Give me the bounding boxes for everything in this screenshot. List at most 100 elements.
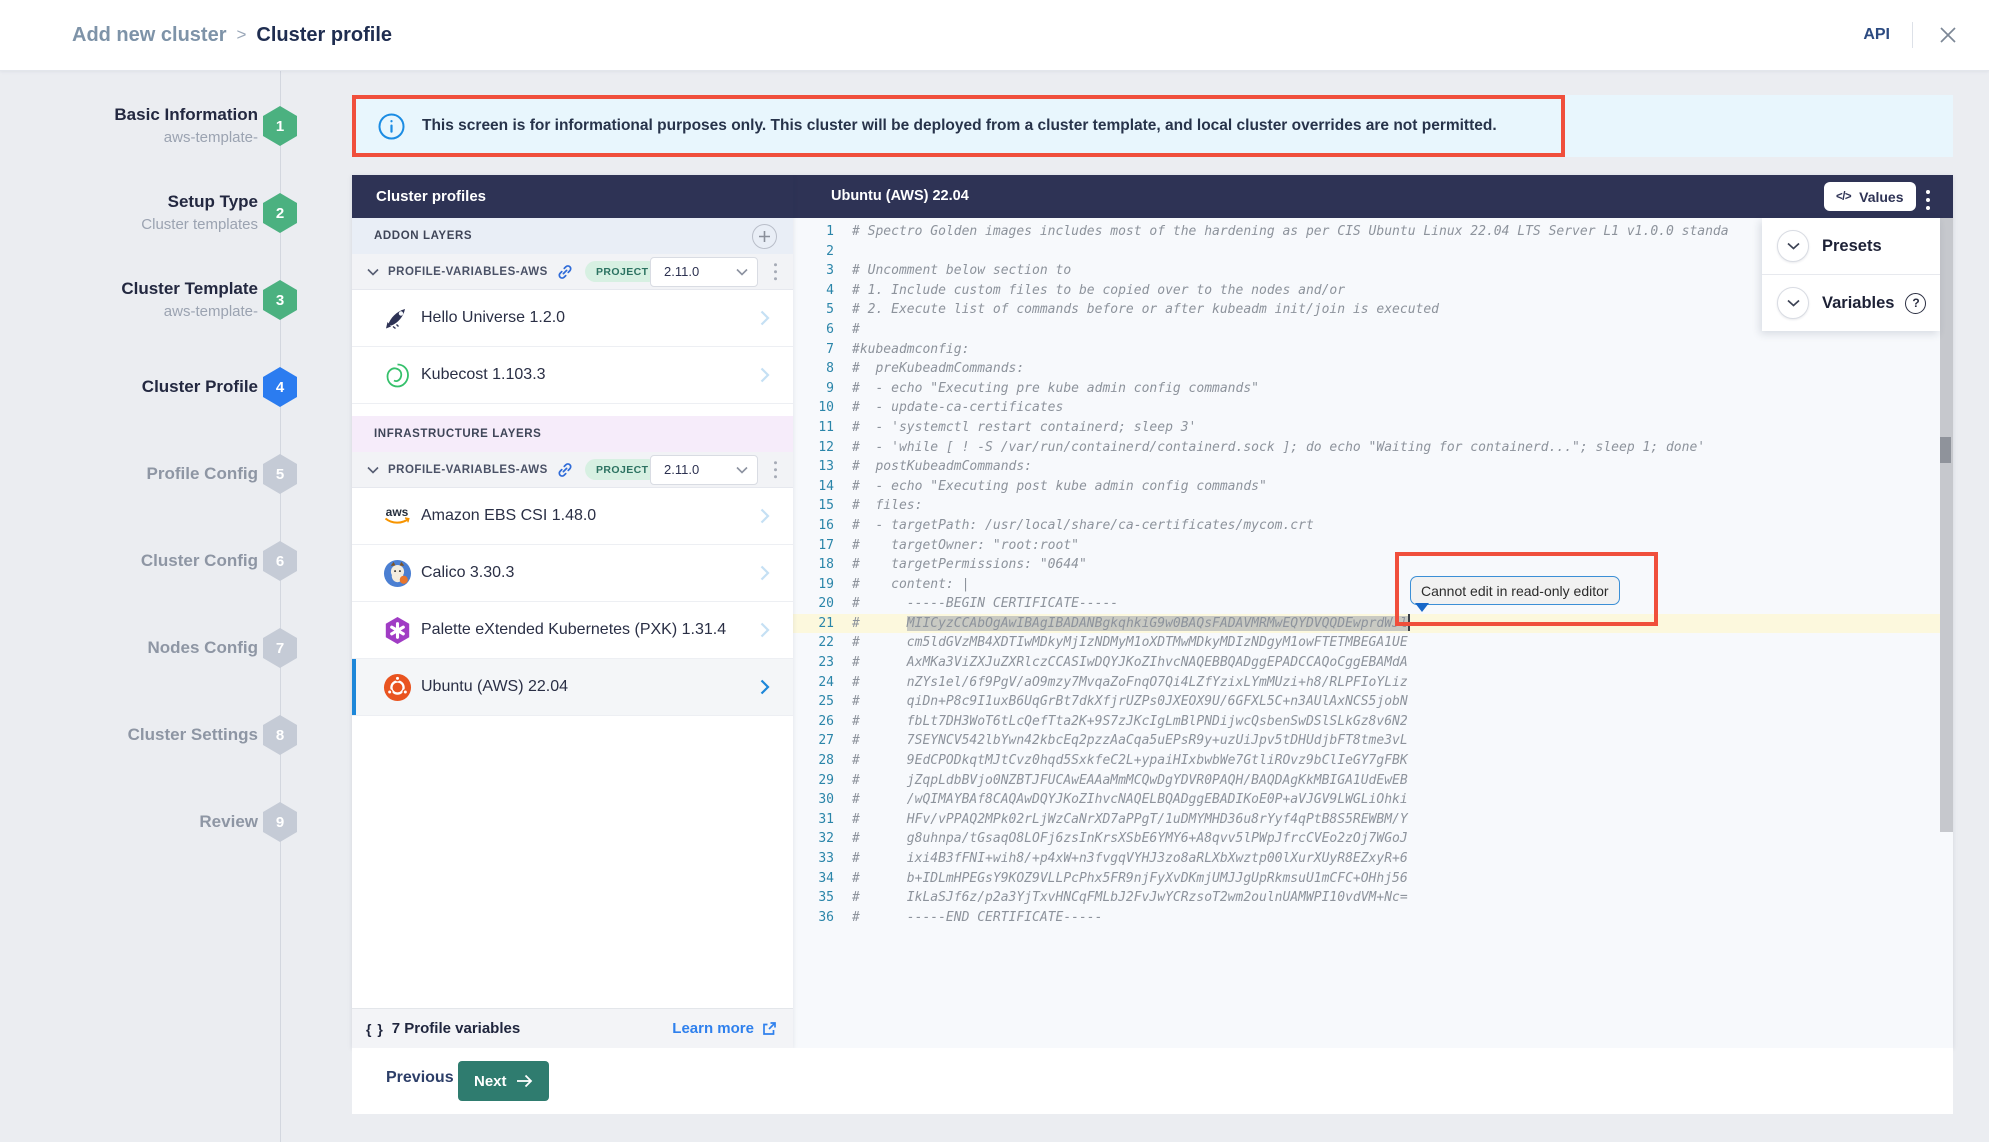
line-number: 9 xyxy=(793,379,834,399)
layer-row-calico-3-30-3[interactable]: Calico 3.30.3 xyxy=(352,545,793,602)
line-text: # 1. Include custom files to be copied o… xyxy=(852,283,1345,298)
chevron-right-icon xyxy=(760,679,770,695)
line-text: # IkLaSJf6z/p2a3YjTxvHNCqFMLbJ2FvJwYCRzs… xyxy=(852,890,1408,905)
chevron-right-icon xyxy=(760,508,770,524)
side-panel-item-presets[interactable]: Presets xyxy=(1762,218,1940,275)
line-number: 7 xyxy=(793,340,834,360)
line-number: 6 xyxy=(793,320,834,340)
next-button[interactable]: Next xyxy=(458,1061,549,1101)
line-number: 5 xyxy=(793,300,834,320)
profile-group-name: PROFILE-VARIABLES-AWS xyxy=(388,464,548,476)
line-text: # jZqpLdbBVjo0NZBTJFUCAwEAAaMmMCQwDgYDVR… xyxy=(852,773,1408,788)
profile-group-row[interactable]: PROFILE-VARIABLES-AWSPROJECT2.11.0 xyxy=(352,452,793,488)
layer-label: Hello Universe 1.2.0 xyxy=(421,309,565,327)
editor-scrollbar[interactable] xyxy=(1940,218,1953,832)
breadcrumb-parent[interactable]: Add new cluster xyxy=(72,24,226,47)
readonly-tooltip: Cannot edit in read-only editor xyxy=(1410,576,1620,605)
step-badge-9[interactable]: 9 xyxy=(263,802,297,842)
line-number: 8 xyxy=(793,359,834,379)
arrow-right-icon xyxy=(516,1074,533,1088)
line-text: # /wQIMAYBAf8CAQAwDQYJKoZIhvcNAQELBQADgg… xyxy=(852,792,1408,807)
line-text: # content: | xyxy=(852,577,969,592)
kebab-menu-icon[interactable] xyxy=(770,457,782,483)
step-title: Profile Config xyxy=(147,462,258,486)
chevron-down-icon[interactable] xyxy=(367,466,379,474)
line-text: # - targetPath: /usr/local/share/ca-cert… xyxy=(852,518,1314,533)
version-select[interactable]: 2.11.0 xyxy=(650,455,758,485)
line-text: # Spectro Golden images includes most of… xyxy=(852,224,1729,239)
step-badge-6[interactable]: 6 xyxy=(263,541,297,581)
code-area[interactable]: 1 # Spectro Golden images includes most o… xyxy=(793,218,1953,1048)
step-badge-3[interactable]: 3 xyxy=(263,280,297,320)
add-layer-button[interactable] xyxy=(752,224,777,249)
step-title: Nodes Config xyxy=(148,636,259,660)
code-line-28: 28# 9EdCPODkqtMJtCvz0hqd5SxkfeC2L+ypaiHI… xyxy=(793,751,1953,771)
layer-row-ubuntu-aws-22-04[interactable]: Ubuntu (AWS) 22.04 xyxy=(352,659,793,716)
layer-row-amazon-ebs-csi-1-48-0[interactable]: awsAmazon EBS CSI 1.48.0 xyxy=(352,488,793,545)
learn-more-link[interactable]: Learn more xyxy=(672,1020,777,1037)
line-number: 17 xyxy=(793,536,834,556)
step-badge-5[interactable]: 5 xyxy=(263,454,297,494)
step-title: Setup Type xyxy=(141,190,258,214)
text-selection: MIICyzCCAbOgAwIBAgIBADANBgkqhkiG9w0BAQsF… xyxy=(907,616,1408,631)
step-subtitle: aws-template- xyxy=(121,301,258,323)
api-button[interactable]: API xyxy=(1863,26,1890,44)
line-text: # fbLt7DH3WoT6tLcQefTta2K+9S7zJKcIgLmBlP… xyxy=(852,714,1408,729)
line-number: 27 xyxy=(793,731,834,751)
version-select[interactable]: 2.11.0 xyxy=(650,257,758,287)
line-number: 14 xyxy=(793,477,834,497)
line-number: 19 xyxy=(793,575,834,595)
profile-group-name: PROFILE-VARIABLES-AWS xyxy=(388,266,548,278)
add-cluster-wizard: Add new cluster > Cluster profile API Ba… xyxy=(0,0,1989,1142)
banner-message: This screen is for informational purpose… xyxy=(422,117,1497,135)
line-number: 3 xyxy=(793,261,834,281)
kebab-menu-icon[interactable] xyxy=(770,259,782,285)
line-number: 4 xyxy=(793,281,834,301)
step-badge-7[interactable]: 7 xyxy=(263,628,297,668)
step-badge-1[interactable]: 1 xyxy=(263,106,297,146)
page-title: Cluster profile xyxy=(256,24,392,47)
step-badge-4[interactable]: 4 xyxy=(263,367,297,407)
code-line-13: 13# postKubeadmCommands: xyxy=(793,457,1953,477)
code-line-7: 7#kubeadmconfig: xyxy=(793,340,1953,360)
chevron-down-icon[interactable] xyxy=(1777,230,1809,262)
version-value: 2.11.0 xyxy=(664,264,723,279)
line-text: # MIICyzCCAbOgAwIBAgIBADANBgkqhkiG9w0BAQ… xyxy=(852,616,1410,631)
layer-row-hello-universe-1-2-0[interactable]: Hello Universe 1.2.0 xyxy=(352,290,793,347)
values-button[interactable]: </> Values xyxy=(1824,182,1916,211)
chevron-down-icon xyxy=(736,466,748,474)
help-icon[interactable]: ? xyxy=(1905,293,1926,314)
line-text: # 7SEYNCV542lbYwn42kbcEq2pzzAaCqa5uEPsR9… xyxy=(852,733,1408,748)
line-number: 25 xyxy=(793,692,834,712)
close-icon[interactable] xyxy=(1935,22,1961,48)
editor-kebab-menu-icon[interactable] xyxy=(1922,186,1934,214)
line-text: # nZYs1el/6f9PgV/aO9mzy7MvqaZoFnqO7Qi4LZ… xyxy=(852,675,1408,690)
code-line-10: 10# - update-ca-certificates xyxy=(793,398,1953,418)
line-text: # g8uhnpa/tGsaqO8LOFj6zsInKrsXSbE6YMY6+A… xyxy=(852,831,1408,846)
project-badge: PROJECT xyxy=(585,261,659,282)
layer-row-palette-extended-kubernetes-pxk-1-31-4[interactable]: Palette eXtended Kubernetes (PXK) 1.31.4 xyxy=(352,602,793,659)
values-button-label: Values xyxy=(1859,189,1903,205)
side-panel-item-variables[interactable]: Variables? xyxy=(1762,275,1940,331)
profile-group-row[interactable]: PROFILE-VARIABLES-AWS PROJECT 2.11.0 xyxy=(352,254,793,290)
info-banner: This screen is for informational purpose… xyxy=(352,95,1953,157)
code-icon: </> xyxy=(1836,191,1851,203)
link-icon xyxy=(556,461,574,479)
previous-button[interactable]: Previous xyxy=(386,1069,454,1087)
chevron-down-icon[interactable] xyxy=(367,268,379,276)
line-number: 1 xyxy=(793,222,834,242)
layer-row-kubecost-1-103-3[interactable]: Kubecost 1.103.3 xyxy=(352,347,793,404)
section-header-infra: INFRASTRUCTURE LAYERS xyxy=(352,416,793,452)
line-number: 23 xyxy=(793,653,834,673)
line-text: # -----END CERTIFICATE----- xyxy=(852,910,1102,925)
chevron-down-icon[interactable] xyxy=(1777,287,1809,319)
step-badge-8[interactable]: 8 xyxy=(263,715,297,755)
line-text: # AxMKa3ViZXJuZXRlczCCASIwDQYJKoZIhvcNAQ… xyxy=(852,655,1408,670)
code-line-34: 34# b+IDLmHPEGsY9KOZ9VLLPcPhx5FR9njFyXvD… xyxy=(793,869,1953,889)
step-badge-2[interactable]: 2 xyxy=(263,193,297,233)
line-text: # Uncomment below section to xyxy=(852,263,1071,278)
info-icon xyxy=(378,113,405,140)
line-number: 2 xyxy=(793,242,834,262)
code-line-27: 27 # 7SEYNCV542lbYwn42kbcEq2pzzAaCqa5uEPs… xyxy=(793,731,1953,751)
editor-scrollbar-thumb[interactable] xyxy=(1940,437,1951,463)
